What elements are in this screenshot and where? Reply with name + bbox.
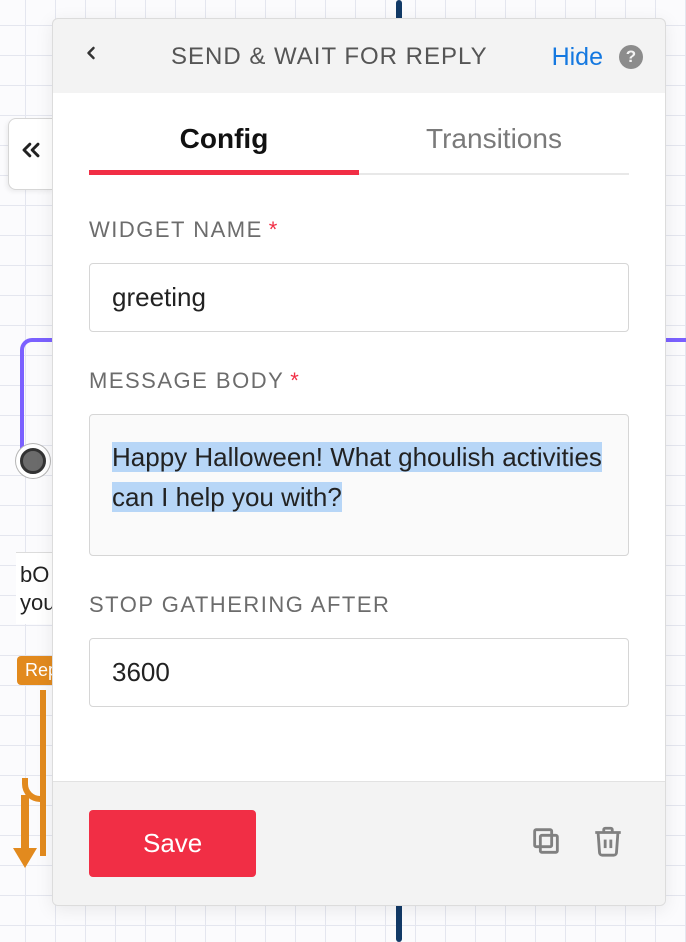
config-form[interactable]: WIDGET NAME* MESSAGE BODY* Happy Hallowe… — [53, 175, 665, 781]
panel-header: SEND & WAIT FOR REPLY Hide ? — [53, 19, 665, 93]
collapse-panel-tab[interactable] — [8, 118, 54, 190]
stop-gathering-field: STOP GATHERING AFTER — [89, 592, 629, 707]
delete-button[interactable] — [587, 823, 629, 865]
tab-config[interactable]: Config — [89, 123, 359, 173]
widget-config-panel: SEND & WAIT FOR REPLY Hide ? Config Tran… — [52, 18, 666, 906]
panel-body: Config Transitions WIDGET NAME* MESSAGE … — [53, 93, 665, 781]
save-button[interactable]: Save — [89, 810, 256, 877]
panel-title: SEND & WAIT FOR REPLY — [119, 43, 540, 71]
message-body-field: MESSAGE BODY* Happy Halloween! What ghou… — [89, 368, 629, 556]
label-text: STOP GATHERING AFTER — [89, 592, 390, 617]
message-body-label: MESSAGE BODY* — [89, 368, 629, 394]
message-body-textarea[interactable]: Happy Halloween! What ghoulish activitie… — [89, 414, 629, 556]
tab-transitions[interactable]: Transitions — [359, 123, 629, 173]
chevron-left-icon — [81, 39, 101, 75]
duplicate-icon — [529, 824, 563, 863]
help-icon[interactable]: ? — [619, 45, 643, 69]
stop-gathering-label: STOP GATHERING AFTER — [89, 592, 629, 618]
back-button[interactable] — [75, 41, 107, 73]
duplicate-button[interactable] — [525, 823, 567, 865]
trash-icon — [591, 824, 625, 863]
hide-link[interactable]: Hide — [552, 43, 603, 72]
label-text: MESSAGE BODY — [89, 368, 284, 393]
widget-name-input[interactable] — [89, 263, 629, 332]
chevron-double-left-icon — [17, 136, 45, 172]
selected-text: Happy Halloween! What ghoulish activitie… — [112, 442, 602, 512]
stop-gathering-input[interactable] — [89, 638, 629, 707]
widget-name-field: WIDGET NAME* — [89, 217, 629, 332]
widget-name-label: WIDGET NAME* — [89, 217, 629, 243]
required-asterisk: * — [269, 217, 279, 242]
required-asterisk: * — [290, 368, 300, 393]
panel-footer: Save — [53, 781, 665, 905]
tab-bar: Config Transitions — [89, 93, 629, 175]
label-text: WIDGET NAME — [89, 217, 263, 242]
